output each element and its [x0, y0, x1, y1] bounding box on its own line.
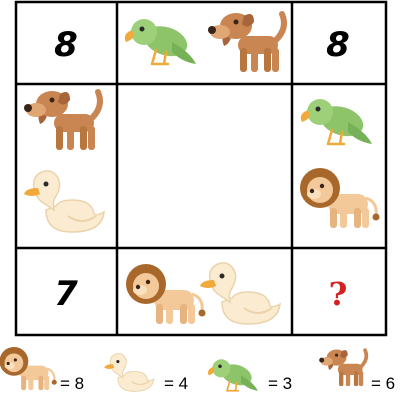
- parrot-icon: [123, 17, 198, 66]
- legend: = 8 = 4 = 3 = 6: [0, 345, 395, 393]
- duck-icon: [199, 261, 281, 325]
- clue-top-left: 8: [54, 25, 78, 65]
- legend-duck-icon: [103, 352, 155, 392]
- duck-icon: [23, 169, 106, 233]
- legend-parrot-value: = 3: [268, 374, 292, 393]
- legend-duck-value: = 4: [164, 374, 188, 393]
- legend-lion-icon: [0, 345, 58, 392]
- parrot-icon: [299, 97, 374, 146]
- legend-lion-value: = 8: [60, 374, 84, 393]
- legend-dog-value: = 6: [371, 374, 395, 393]
- clue-top-right: 8: [326, 25, 350, 65]
- lion-icon: [298, 166, 381, 230]
- dog-icon: [24, 91, 100, 150]
- clue-bottom-right-question: ?: [329, 275, 348, 313]
- clue-bottom-left: 7: [54, 274, 78, 314]
- puzzle-stage: 8 8 7 ? = 8 = 4 = 3 = 6: [0, 0, 395, 393]
- legend-parrot-icon: [207, 358, 259, 392]
- legend-dog-icon: [317, 347, 369, 388]
- dog-icon: [208, 13, 284, 72]
- lion-icon: [124, 262, 207, 326]
